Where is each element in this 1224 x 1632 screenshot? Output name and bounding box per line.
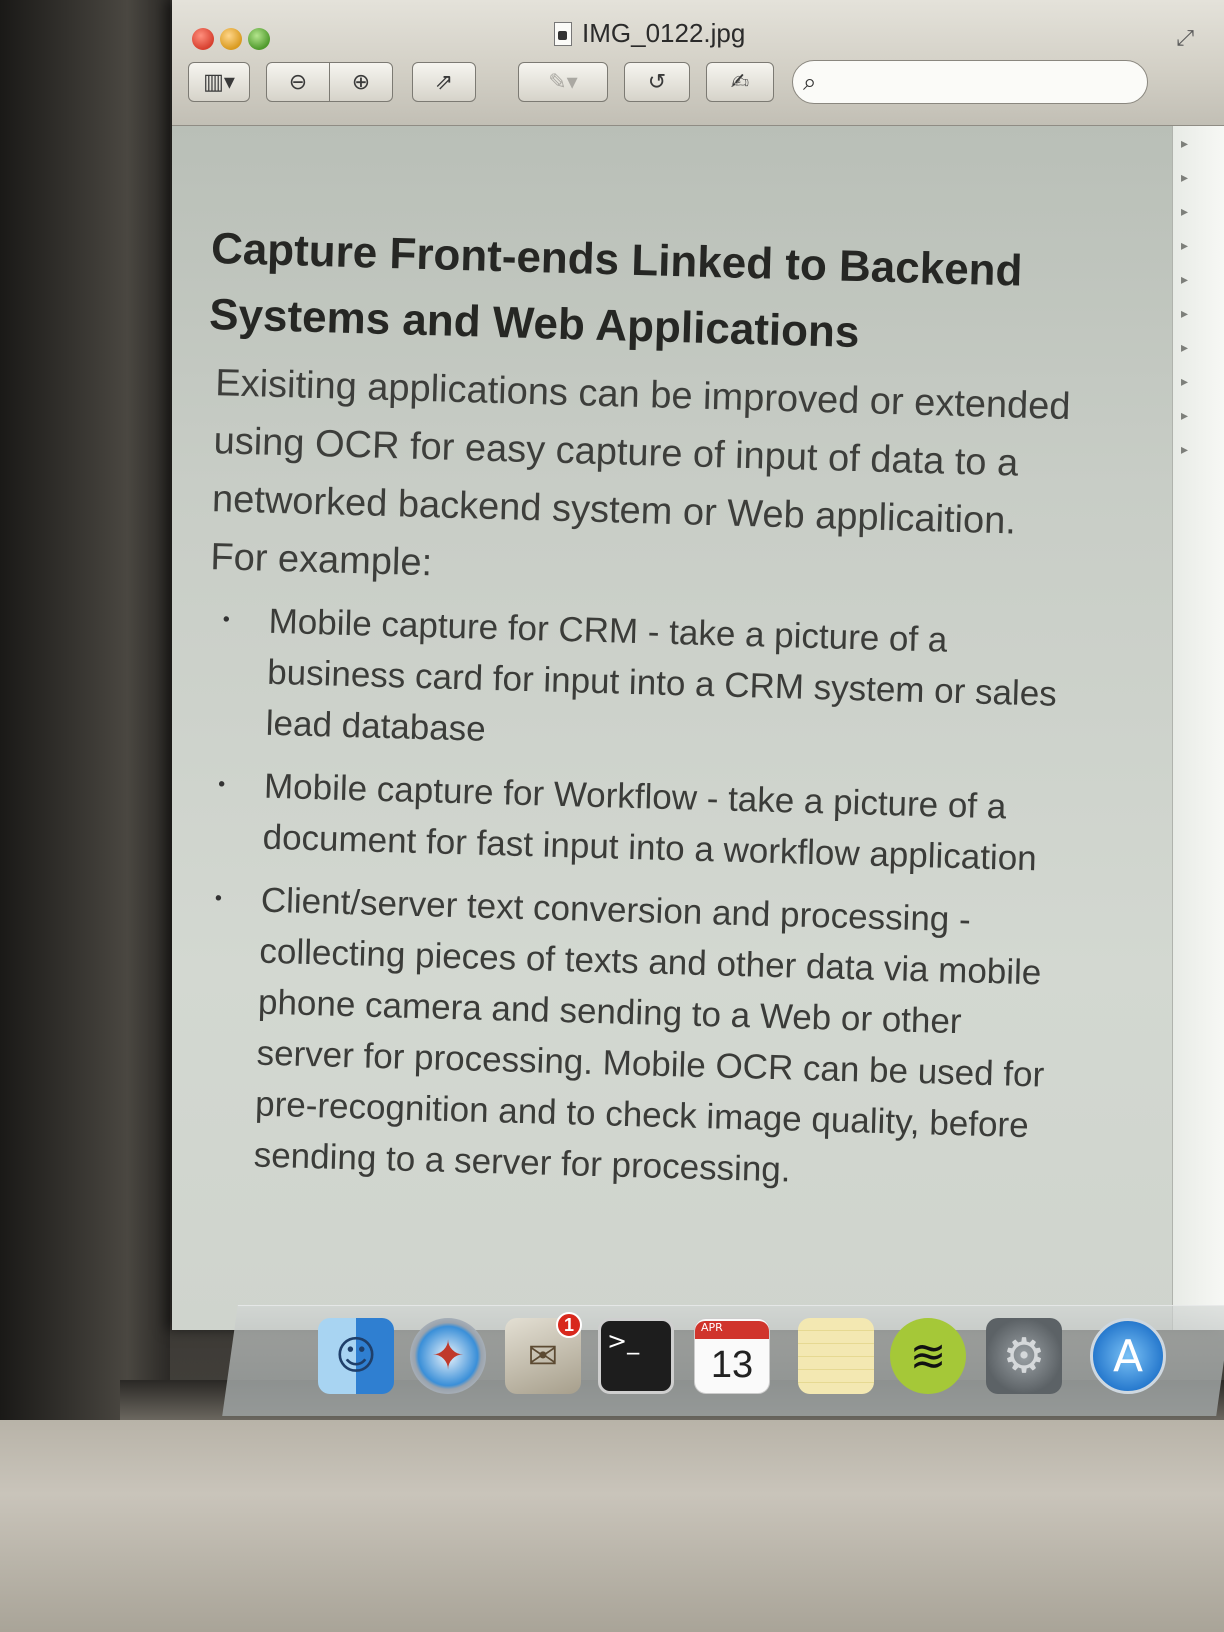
terminal-icon[interactable]: >_ bbox=[598, 1318, 674, 1394]
notes-icon[interactable] bbox=[798, 1318, 874, 1394]
spotify-icon[interactable]: ≋ bbox=[890, 1318, 966, 1394]
calendar-day: 13 bbox=[710, 1344, 754, 1386]
calendar-icon[interactable]: APR 13 bbox=[694, 1318, 770, 1394]
calendar-month: APR bbox=[695, 1321, 769, 1339]
system-preferences-icon[interactable]: ⚙ bbox=[986, 1318, 1062, 1394]
mail-badge: 1 bbox=[556, 1312, 582, 1338]
safari-icon[interactable]: ✦ bbox=[410, 1318, 486, 1394]
finder-icon[interactable]: ☺ bbox=[318, 1318, 394, 1394]
app-store-icon[interactable]: A bbox=[1090, 1318, 1166, 1394]
dock: ☺ ✦ ✉ 1 >_ APR 13 ≋ ⚙ A bbox=[0, 0, 1224, 1632]
